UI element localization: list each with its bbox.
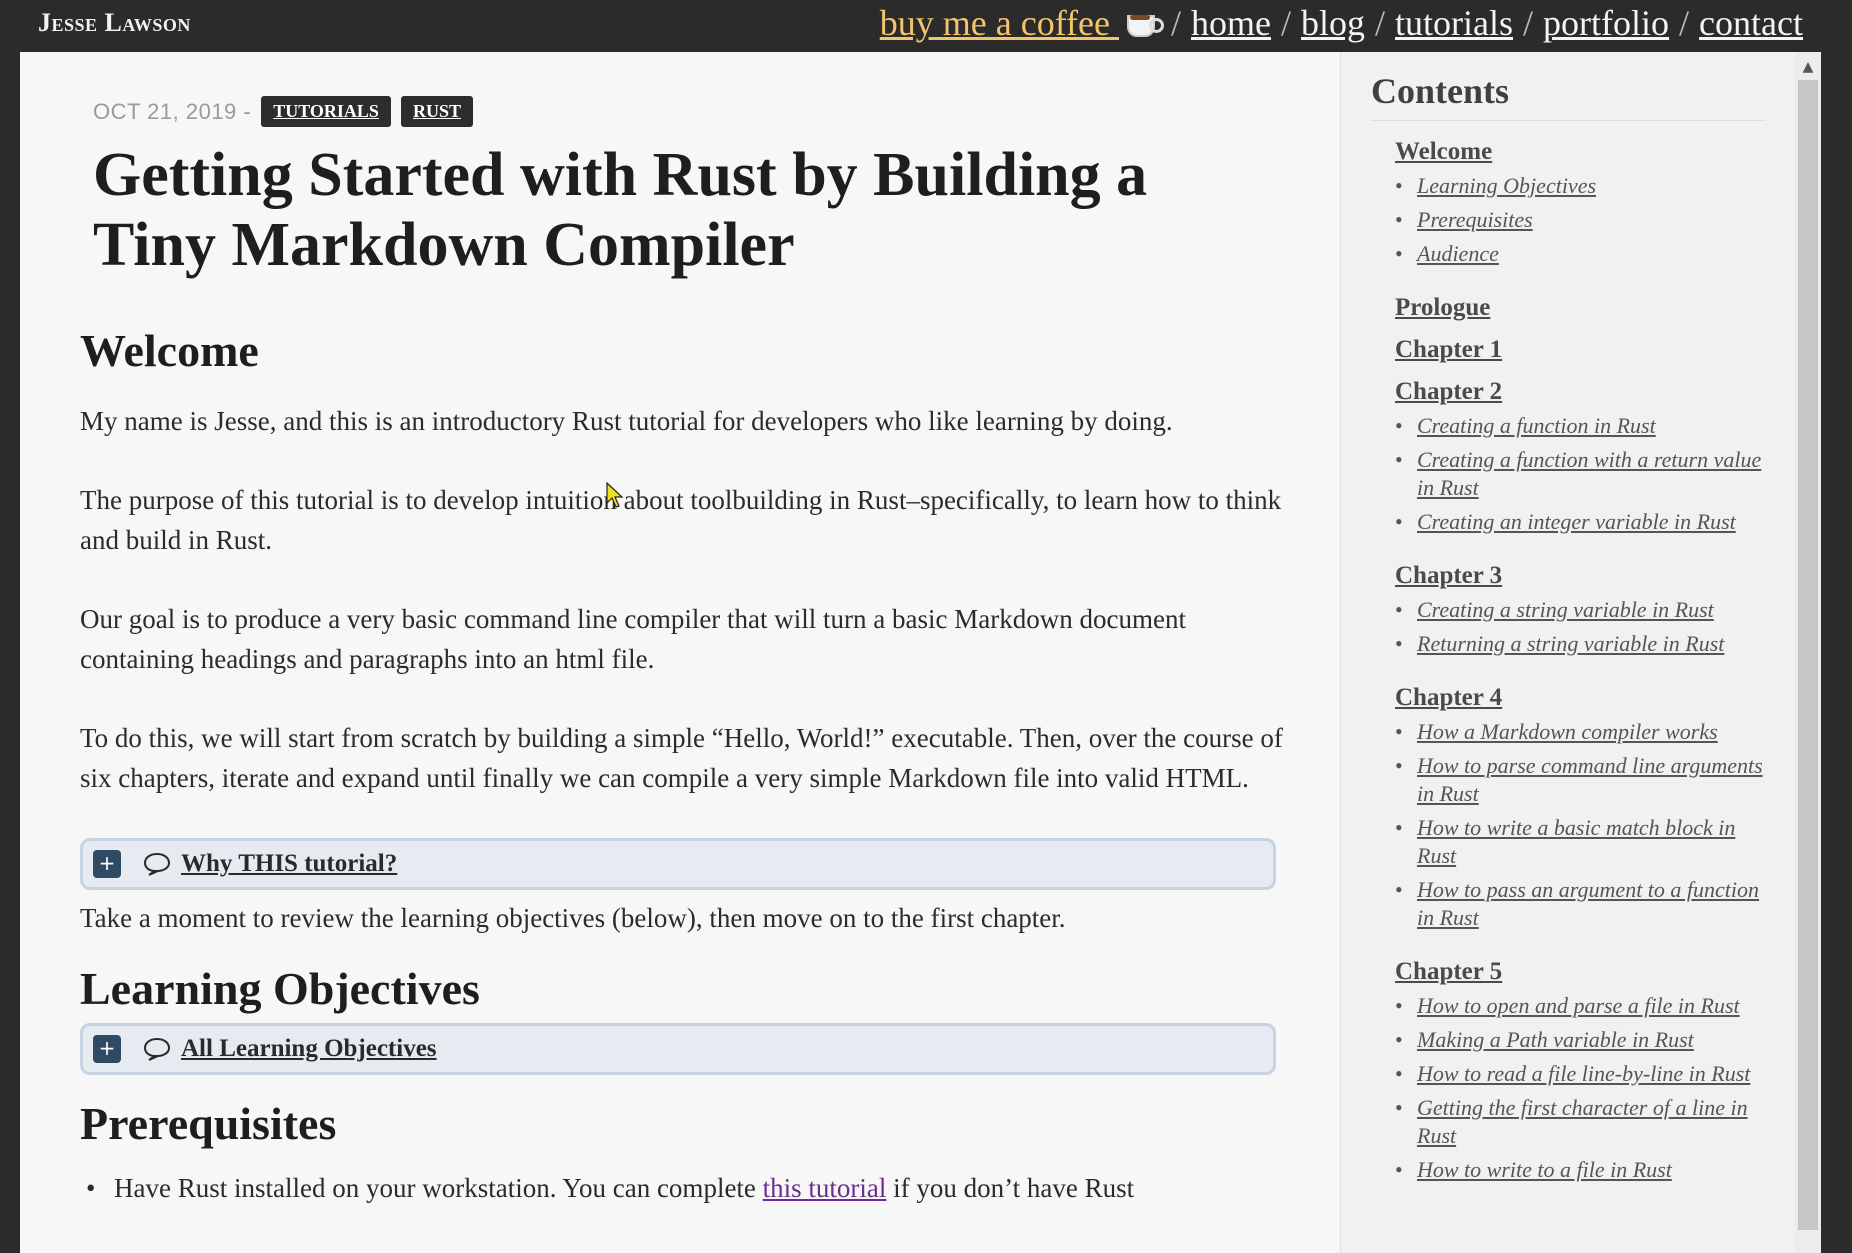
toc-item[interactable]: Creating an integer variable in Rust — [1395, 508, 1775, 536]
site-brand[interactable]: Jesse Lawson — [38, 8, 191, 38]
toc-section-chapter-2: Chapter 2 Creating a function in Rust Cr… — [1395, 378, 1775, 536]
toc-item[interactable]: Audience — [1395, 240, 1775, 268]
nav-separator: / — [1523, 3, 1534, 43]
toc-item[interactable]: Making a Path variable in Rust — [1395, 1026, 1775, 1054]
collapse-label[interactable]: Why THIS tutorial? — [181, 850, 397, 878]
toc-link-chapter-5[interactable]: Chapter 5 — [1395, 958, 1775, 986]
post-meta: OCT 21, 2019 - TUTORIALS RUST — [93, 96, 483, 127]
toc-section-chapter-5: Chapter 5 How to open and parse a file i… — [1395, 958, 1775, 1184]
nav-home[interactable]: home — [1191, 2, 1271, 44]
toc-section-chapter-1: Chapter 1 — [1395, 336, 1775, 364]
paragraph: My name is Jesse, and this is an introdu… — [80, 406, 1173, 436]
toc-sidebar: Contents Welcome Learning Objectives Pre… — [1340, 52, 1795, 1253]
toc-link-chapter-4[interactable]: Chapter 4 — [1395, 684, 1775, 712]
sidebar-scrollbar[interactable]: ▲ — [1795, 52, 1821, 1253]
nav-tutorials[interactable]: tutorials — [1395, 2, 1513, 44]
toc-link-prologue[interactable]: Prologue — [1395, 294, 1775, 322]
paragraph: Our goal is to produce a very basic comm… — [80, 604, 1186, 674]
prerequisites-list: Have Rust installed on your workstation.… — [80, 1168, 1300, 1208]
nav-separator: / — [1375, 3, 1386, 43]
nav-separator: / — [1281, 3, 1292, 43]
nav-blog[interactable]: blog — [1301, 2, 1365, 44]
collapse-why-this-tutorial[interactable]: + Why THIS tutorial? — [80, 838, 1276, 890]
list-item: Have Rust installed on your workstation.… — [80, 1168, 1300, 1208]
toc-item[interactable]: How to open and parse a file in Rust — [1395, 992, 1775, 1020]
nav-portfolio[interactable]: portfolio — [1543, 2, 1669, 44]
toc-section-prologue: Prologue — [1395, 294, 1775, 322]
toc-link-chapter-2[interactable]: Chapter 2 — [1395, 378, 1775, 406]
toc-item[interactable]: Getting the first character of a line in… — [1395, 1094, 1775, 1150]
mouse-cursor-icon — [606, 482, 624, 508]
paragraph: To do this, we will start from scratch b… — [80, 723, 1283, 793]
expand-plus-icon[interactable]: + — [93, 1035, 121, 1063]
post-title: Getting Started with Rust by Building a … — [93, 141, 1148, 279]
toc-section-chapter-4: Chapter 4 How a Markdown compiler works … — [1395, 684, 1775, 932]
toc-link-chapter-3[interactable]: Chapter 3 — [1395, 562, 1775, 590]
toc-item[interactable]: How to parse command line arguments in R… — [1395, 752, 1775, 808]
toc-list: Welcome Learning Objectives Prerequisite… — [1395, 138, 1775, 1210]
toc-item[interactable]: How to write a basic match block in Rust — [1395, 814, 1775, 870]
toc-title: Contents — [1371, 71, 1510, 111]
toc-item[interactable]: How to write to a file in Rust — [1395, 1156, 1775, 1184]
toc-link-welcome[interactable]: Welcome — [1395, 138, 1775, 166]
paragraph: Take a moment to review the learning obj… — [80, 903, 1066, 933]
toc-link-chapter-1[interactable]: Chapter 1 — [1395, 336, 1775, 364]
tag-tutorials[interactable]: TUTORIALS — [261, 96, 391, 127]
expand-plus-icon[interactable]: + — [93, 850, 121, 878]
toc-item[interactable]: Creating a string variable in Rust — [1395, 596, 1775, 624]
article-page: OCT 21, 2019 - TUTORIALS RUST Getting St… — [20, 52, 1340, 1253]
toc-item[interactable]: Creating a function in Rust — [1395, 412, 1775, 440]
toc-item[interactable]: How a Markdown compiler works — [1395, 718, 1775, 746]
speech-bubble-icon — [143, 852, 171, 876]
heading-welcome: Welcome — [80, 325, 259, 376]
toc-item[interactable]: Returning a string variable in Rust — [1395, 630, 1775, 658]
toc-divider — [1371, 120, 1766, 121]
toc-item[interactable]: How to pass an argument to a function in… — [1395, 876, 1775, 932]
main-nav: buy me a coffee / home / blog / tutorial… — [880, 2, 1803, 44]
nav-buy-me-a-coffee[interactable]: buy me a coffee — [880, 2, 1164, 44]
toc-item[interactable]: How to read a file line-by-line in Rust — [1395, 1060, 1775, 1088]
toc-item[interactable]: Learning Objectives — [1395, 172, 1775, 200]
coffee-cup-icon — [1125, 7, 1164, 37]
toc-item[interactable]: Creating a function with a return value … — [1395, 446, 1775, 502]
paragraph: The purpose of this tutorial is to devel… — [80, 485, 1282, 555]
top-nav-bar: Jesse Lawson buy me a coffee / home / bl… — [0, 0, 1852, 52]
toc-section-welcome: Welcome Learning Objectives Prerequisite… — [1395, 138, 1775, 268]
scroll-thumb[interactable] — [1798, 80, 1818, 1230]
nav-separator: / — [1171, 3, 1182, 43]
heading-learning-objectives: Learning Objectives — [80, 963, 480, 1014]
toc-item[interactable]: Prerequisites — [1395, 206, 1775, 234]
window-edge — [1821, 52, 1852, 1253]
collapse-all-learning-objectives[interactable]: + All Learning Objectives — [80, 1023, 1276, 1075]
speech-bubble-icon — [143, 1037, 171, 1061]
nav-separator: / — [1679, 3, 1690, 43]
post-date: OCT 21, 2019 - — [93, 98, 252, 124]
scroll-up-arrow-icon[interactable]: ▲ — [1795, 58, 1821, 76]
heading-prerequisites: Prerequisites — [80, 1098, 337, 1149]
nav-contact[interactable]: contact — [1699, 2, 1803, 44]
article-content: Welcome My name is Jesse, and this is an… — [80, 324, 1300, 1208]
toc-section-chapter-3: Chapter 3 Creating a string variable in … — [1395, 562, 1775, 658]
collapse-label[interactable]: All Learning Objectives — [181, 1035, 437, 1063]
tag-rust[interactable]: RUST — [400, 96, 473, 127]
this-tutorial-link[interactable]: this tutorial — [763, 1173, 887, 1203]
